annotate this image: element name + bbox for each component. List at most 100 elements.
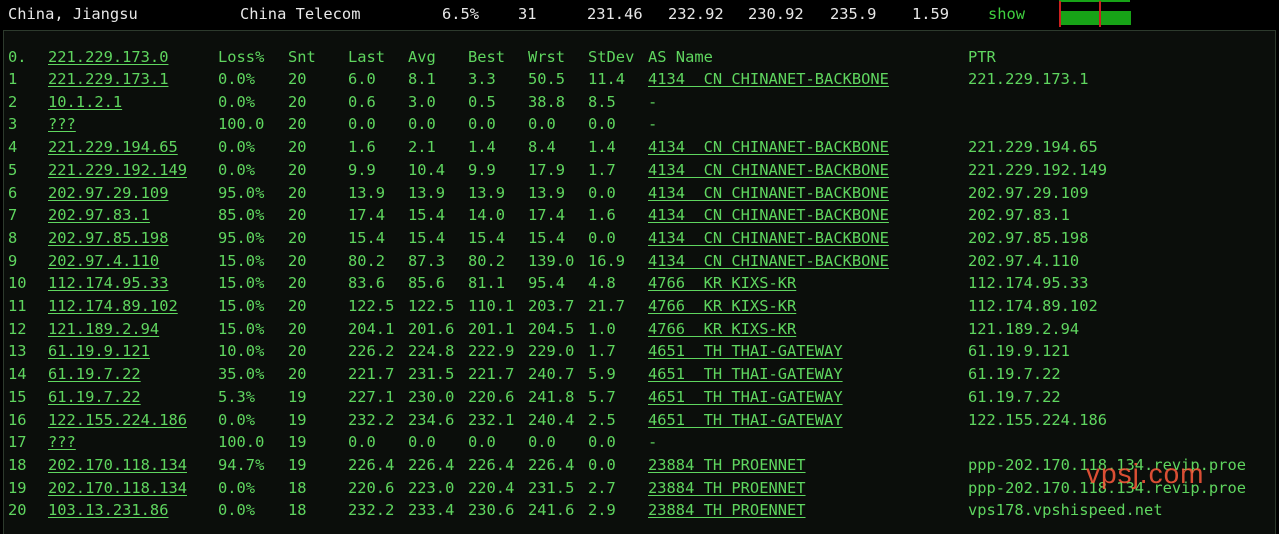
cell-last: 15.4 — [348, 228, 386, 247]
cell-last: 17.4 — [348, 206, 386, 225]
summary-stdev: 1.59 — [912, 5, 950, 23]
cell-stdev: 2.5 — [588, 410, 616, 429]
cell-stdev: 0.0 — [588, 433, 616, 452]
cell-as[interactable]: 4134 CN CHINANET-BACKBONE — [648, 136, 889, 158]
cell-host[interactable]: 202.170.118.134 — [48, 477, 187, 499]
cell-host[interactable]: ??? — [48, 113, 76, 135]
cell-avg: 226.4 — [408, 455, 455, 474]
cell-host[interactable]: 221.229.192.149 — [48, 159, 187, 181]
cell-hop: 12 — [8, 319, 27, 338]
cell-snt: 19 — [288, 455, 307, 474]
cell-wrst: 0.0 — [528, 433, 556, 452]
cell-last: 204.1 — [348, 319, 395, 338]
cell-host[interactable]: 121.189.2.94 — [48, 318, 159, 340]
cell-best: 13.9 — [468, 183, 506, 202]
cell-as[interactable]: 4134 CN CHINANET-BACKBONE — [648, 182, 889, 204]
table-row: 20 103.13.231.86 0.0% 18 232.2 233.4 230.6 241.… — [4, 499, 1276, 521]
cell-last: 220.6 — [348, 478, 395, 497]
cell-as[interactable]: 4134 CN CHINANET-BACKBONE — [648, 204, 889, 226]
cell-avg: 231.5 — [408, 365, 455, 384]
cell-last: 122.5 — [348, 297, 395, 315]
cell-wrst: 204.5 — [528, 319, 575, 338]
cell-loss: 0.0% — [218, 160, 256, 179]
cell-as[interactable]: 4766 KR KIXS-KR — [648, 295, 796, 317]
cell-snt: 18 — [288, 478, 307, 497]
cell-snt: 18 — [288, 501, 307, 520]
table-header-row: 0. 221.229.173.0 Loss% Snt Last Avg Best… — [4, 46, 1276, 68]
cell-host[interactable]: 221.229.194.65 — [48, 136, 178, 158]
cell-as[interactable]: 4134 CN CHINANET-BACKBONE — [648, 250, 889, 272]
cell-host[interactable]: 202.170.118.134 — [48, 454, 187, 476]
cell-best: 81.1 — [468, 274, 506, 293]
cell-stdev: 1.7 — [588, 160, 616, 179]
cell-loss: 0.0% — [218, 92, 256, 111]
cell-snt: 19 — [288, 433, 307, 452]
cell-hop: 16 — [8, 410, 27, 429]
cell-hop: 14 — [8, 365, 27, 384]
cell-host[interactable]: 61.19.7.22 — [48, 363, 141, 385]
cell-as[interactable]: 23884 TH PROENNET — [648, 499, 806, 521]
cell-ptr: 221.229.173.1 — [968, 70, 1089, 88]
cell-host[interactable]: 61.19.7.22 — [48, 386, 141, 408]
cell-loss: 95.0% — [218, 183, 265, 202]
cell-host[interactable]: 10.1.2.1 — [48, 91, 122, 113]
cell-as[interactable]: 4766 KR KIXS-KR — [648, 272, 796, 294]
cell-best: 15.4 — [468, 228, 506, 247]
mini-chart-fill — [1061, 11, 1131, 25]
cell-snt: 20 — [288, 297, 307, 315]
location-label: China, Jiangsu — [8, 5, 138, 23]
summary-avg: 232.92 — [668, 5, 724, 23]
cell-as[interactable]: 4134 CN CHINANET-BACKBONE — [648, 159, 889, 181]
col-loss-header: Loss% — [218, 48, 265, 66]
cell-host[interactable]: 202.97.29.109 — [48, 182, 168, 204]
cell-as[interactable]: 4651 TH THAI-GATEWAY — [648, 363, 843, 385]
cell-avg: 0.0 — [408, 433, 436, 452]
cell-stdev: 0.0 — [588, 228, 616, 247]
mini-chart-marker-mid — [1099, 1, 1101, 27]
cell-ptr: 202.97.85.198 — [968, 228, 1089, 247]
cell-hop: 20 — [8, 501, 27, 520]
cell-host[interactable]: 221.229.173.1 — [48, 68, 168, 90]
cell-as: - — [648, 433, 658, 452]
cell-host[interactable]: 202.97.83.1 — [48, 204, 150, 226]
cell-stdev: 0.0 — [588, 183, 616, 202]
cell-hop: 9 — [8, 251, 18, 270]
cell-as[interactable]: 23884 TH PROENNET — [648, 477, 806, 499]
cell-host[interactable]: 112.174.95.33 — [48, 272, 168, 294]
cell-best: 0.5 — [468, 92, 496, 111]
cell-as[interactable]: 4651 TH THAI-GATEWAY — [648, 386, 843, 408]
cell-ptr: 61.19.7.22 — [968, 387, 1061, 406]
cell-host[interactable]: 202.97.4.110 — [48, 250, 159, 272]
cell-host[interactable]: ??? — [48, 431, 76, 453]
cell-snt: 19 — [288, 410, 307, 429]
cell-loss: 5.3% — [218, 387, 256, 406]
col-host-header[interactable]: 221.229.173.0 — [48, 46, 168, 68]
cell-snt: 19 — [288, 387, 307, 406]
cell-last: 6.0 — [348, 70, 376, 88]
cell-host[interactable]: 112.174.89.102 — [48, 295, 178, 317]
cell-as[interactable]: 4134 CN CHINANET-BACKBONE — [648, 68, 889, 90]
summary-best: 230.92 — [748, 5, 804, 23]
cell-stdev: 1.7 — [588, 342, 616, 361]
cell-best: 14.0 — [468, 206, 506, 225]
cell-hop: 5 — [8, 160, 18, 179]
cell-stdev: 2.9 — [588, 501, 616, 520]
summary-sent: 31 — [518, 5, 537, 23]
cell-as[interactable]: 4766 KR KIXS-KR — [648, 318, 796, 340]
show-link[interactable]: show — [988, 5, 1025, 23]
cell-host[interactable]: 103.13.231.86 — [48, 499, 168, 521]
cell-as[interactable]: 4651 TH THAI-GATEWAY — [648, 409, 843, 431]
cell-as[interactable]: 4651 TH THAI-GATEWAY — [648, 340, 843, 362]
cell-host[interactable]: 202.97.85.198 — [48, 227, 168, 249]
table-row: 3??? 100.0 20 0.0 0.0 0.0 0.0 0.0 - — [4, 113, 1276, 135]
cell-last: 232.2 — [348, 501, 395, 520]
cell-ptr: 122.155.224.186 — [968, 410, 1107, 429]
cell-wrst: 38.8 — [528, 92, 566, 111]
cell-host[interactable]: 122.155.224.186 — [48, 409, 187, 431]
cell-as[interactable]: 4134 CN CHINANET-BACKBONE — [648, 227, 889, 249]
cell-as[interactable]: 23884 TH PROENNET — [648, 454, 806, 476]
cell-snt: 20 — [288, 160, 307, 179]
table-row: 13 61.19.9.121 10.0% 20 226.2 224.8 222.9 229.0… — [4, 340, 1276, 362]
cell-host[interactable]: 61.19.9.121 — [48, 340, 150, 362]
cell-loss: 100.0 — [218, 115, 265, 134]
